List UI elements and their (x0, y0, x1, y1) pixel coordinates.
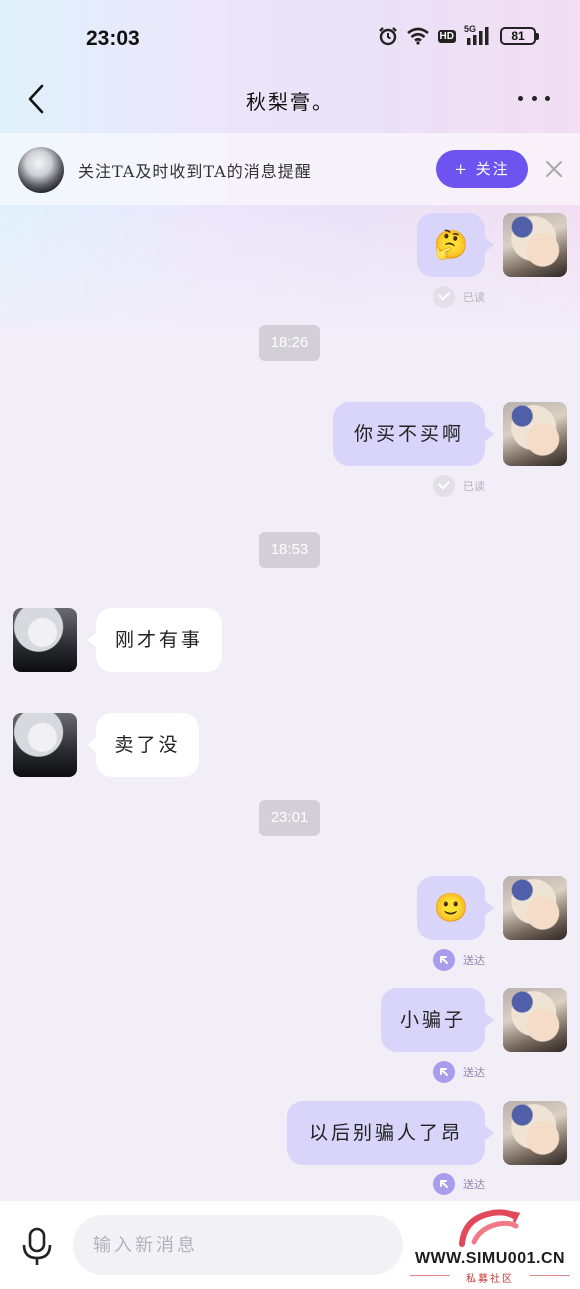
message-bubble-sent[interactable]: 以后别骗人了昂 (287, 1101, 494, 1165)
status-icons: HD 5G 81 (378, 24, 539, 46)
message-bubble-sent[interactable]: 小骗子 (381, 988, 494, 1052)
watermark-subtitle: 私募社区 (466, 1274, 514, 1285)
message-status: 送达 (433, 1061, 485, 1083)
delivered-arrow-icon (433, 949, 455, 971)
message-status-label: 送达 (463, 954, 485, 967)
message-status: 送达 (433, 1173, 485, 1195)
my-avatar[interactable] (503, 213, 567, 277)
hd-badge: HD (437, 29, 456, 43)
message-emoji: 🤔 (433, 228, 469, 261)
message-status-label: 送达 (463, 1178, 485, 1191)
timestamp-divider: 18:26 (259, 325, 320, 361)
follow-banner: 关注TA及时收到TA的消息提醒 + 关注 (0, 133, 580, 205)
alarm-icon (378, 27, 397, 46)
message-bubble-sent[interactable]: 🙂 (417, 876, 494, 940)
site-watermark: WWW.SIMU001.CN 私募社区 (404, 1206, 576, 1285)
background-fade (0, 200, 580, 340)
message-status: 已读 (433, 475, 485, 497)
message-input[interactable] (73, 1215, 403, 1275)
my-avatar[interactable] (503, 876, 567, 940)
message-status: 送达 (433, 949, 485, 971)
chat-header: 秋梨膏。 (0, 78, 580, 132)
message-emoji: 🙂 (433, 891, 469, 924)
my-avatar[interactable] (503, 1101, 567, 1165)
chat-title: 秋梨膏。 (246, 90, 334, 114)
message-status-label: 送达 (463, 1066, 485, 1079)
delivered-arrow-icon (433, 1173, 455, 1195)
microphone-icon[interactable] (20, 1227, 54, 1267)
message-bubble-received[interactable]: 卖了没 (87, 713, 199, 777)
watermark-text: WWW.SIMU001.CN (414, 1250, 566, 1267)
my-avatar[interactable] (503, 402, 567, 466)
watermark-logo (459, 1209, 521, 1247)
message-status-label: 已读 (463, 480, 485, 493)
message-bubble-sent[interactable]: 你买不买啊 (333, 402, 494, 466)
read-check-icon (433, 475, 455, 497)
status-time: 23:03 (86, 27, 140, 50)
contact-avatar[interactable] (13, 713, 77, 777)
battery-indicator: 81 (500, 27, 539, 45)
wifi-icon (406, 27, 429, 45)
delivered-arrow-icon (433, 1061, 455, 1083)
close-icon[interactable] (544, 159, 564, 179)
signal-indicator: 5G (464, 24, 492, 46)
follow-button[interactable]: + 关注 (436, 150, 528, 188)
follow-prompt-text: 关注TA及时收到TA的消息提醒 (78, 162, 312, 181)
timestamp-divider: 18:53 (259, 532, 320, 568)
message-bubble-received[interactable]: 刚才有事 (87, 608, 222, 672)
read-check-icon (433, 286, 455, 308)
signal-icon (467, 27, 489, 45)
message-status: 已读 (433, 286, 485, 308)
watermark-divider (530, 1275, 570, 1276)
status-bar: 23:03 HD 5G 81 (0, 0, 580, 78)
my-avatar[interactable] (503, 988, 567, 1052)
more-options-icon[interactable] (518, 92, 550, 104)
message-status-label: 已读 (463, 291, 485, 304)
contact-avatar[interactable] (18, 147, 64, 193)
timestamp-divider: 23:01 (259, 800, 320, 836)
contact-avatar[interactable] (13, 608, 77, 672)
message-bubble-sent[interactable]: 🤔 (417, 213, 494, 277)
